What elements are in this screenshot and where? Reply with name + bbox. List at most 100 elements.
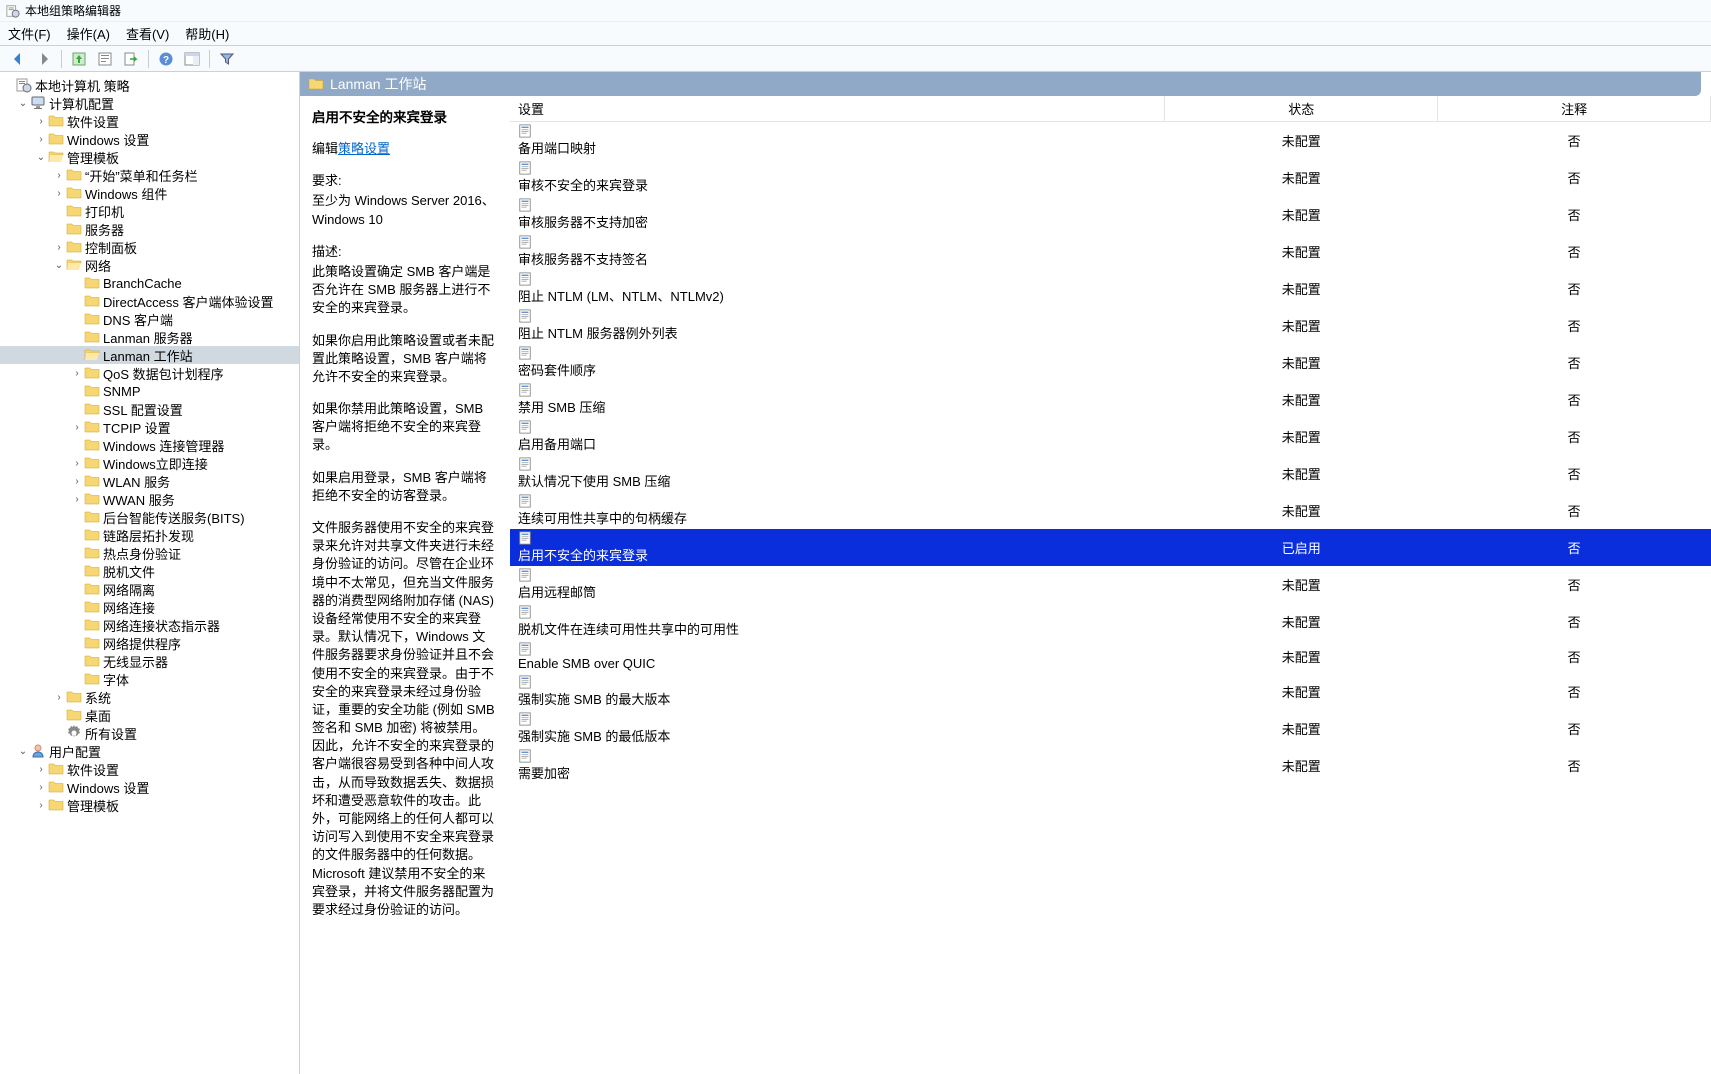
tree-lanman-workstation[interactable]: Lanman 工作站 [0,346,299,364]
tree-branchcache[interactable]: BranchCache [0,274,299,292]
expand-icon[interactable]: › [34,782,48,793]
list-item[interactable]: Enable SMB over QUIC未配置否 [510,640,1711,673]
tree-fonts[interactable]: 字体 [0,670,299,688]
expand-icon[interactable]: › [52,188,66,199]
tree-windows-components[interactable]: ›Windows 组件 [0,184,299,202]
collapse-icon[interactable]: ⌄ [16,98,30,109]
list-item[interactable]: 阻止 NTLM (LM、NTLM、NTLMv2)未配置否 [510,270,1711,307]
tree-server[interactable]: 服务器 [0,220,299,238]
expand-icon[interactable]: › [52,242,66,253]
tree-control-panel[interactable]: ›控制面板 [0,238,299,256]
collapse-icon[interactable]: ⌄ [52,260,66,271]
tree-windows-settings[interactable]: ›Windows 设置 [0,130,299,148]
list-item[interactable]: 备用端口映射未配置否 [510,122,1711,160]
tree-pane[interactable]: 本地计算机 策略 ⌄计算机配置 ›软件设置 ›Windows 设置 ⌄管理模板 … [0,72,300,1074]
list-item[interactable]: 默认情况下使用 SMB 压缩未配置否 [510,455,1711,492]
list-item[interactable]: 连续可用性共享中的句柄缓存未配置否 [510,492,1711,529]
menu-file[interactable]: 文件(F) [8,24,51,43]
tree-wwan[interactable]: ›WWAN 服务 [0,490,299,508]
tree-lltd[interactable]: 链路层拓扑发现 [0,526,299,544]
tree-net-isolation[interactable]: 网络隔离 [0,580,299,598]
filter-button[interactable] [215,48,239,70]
tree-hotspot[interactable]: 热点身份验证 [0,544,299,562]
list-item[interactable]: 启用远程邮筒未配置否 [510,566,1711,603]
tree-user-admin[interactable]: ›管理模板 [0,796,299,814]
menu-view[interactable]: 查看(V) [126,24,169,43]
tree-offline-files[interactable]: 脱机文件 [0,562,299,580]
tree-lanman-server[interactable]: Lanman 服务器 [0,328,299,346]
tree-all-settings[interactable]: 所有设置 [0,724,299,742]
list-item[interactable]: 需要加密未配置否 [510,747,1711,784]
pane-button[interactable] [180,48,204,70]
expand-icon[interactable]: › [34,800,48,811]
expand-icon[interactable]: › [70,422,84,433]
tree-tcpip[interactable]: ›TCPIP 设置 [0,418,299,436]
tree-bits[interactable]: 后台智能传送服务(BITS) [0,508,299,526]
help-button[interactable] [154,48,178,70]
tree-snmp[interactable]: SNMP [0,382,299,400]
setting-name: 备用端口映射 [518,141,596,156]
tree-software-settings[interactable]: ›软件设置 [0,112,299,130]
expand-icon[interactable]: › [70,368,84,379]
expand-icon[interactable]: › [70,476,84,487]
tree-computer-config[interactable]: ⌄计算机配置 [0,94,299,112]
tree-win-instant[interactable]: ›Windows立即连接 [0,454,299,472]
tree-directaccess[interactable]: DirectAccess 客户端体验设置 [0,292,299,310]
forward-button[interactable] [32,48,56,70]
tree-wlan[interactable]: ›WLAN 服务 [0,472,299,490]
menu-action[interactable]: 操作(A) [67,24,110,43]
tree-qos[interactable]: ›QoS 数据包计划程序 [0,364,299,382]
collapse-icon[interactable]: ⌄ [16,746,30,757]
tree-network[interactable]: ⌄网络 [0,256,299,274]
expand-icon[interactable]: › [52,170,66,181]
tree-printers[interactable]: 打印机 [0,202,299,220]
up-button[interactable] [67,48,91,70]
tree-win-conn-mgr[interactable]: Windows 连接管理器 [0,436,299,454]
list-item[interactable]: 审核不安全的来宾登录未配置否 [510,159,1711,196]
tree-ssl[interactable]: SSL 配置设置 [0,400,299,418]
edit-policy-link[interactable]: 策略设置 [338,141,390,156]
list-item[interactable]: 强制实施 SMB 的最大版本未配置否 [510,673,1711,710]
list-item[interactable]: 审核服务器不支持签名未配置否 [510,233,1711,270]
menu-help[interactable]: 帮助(H) [185,24,229,43]
tree-system[interactable]: ›系统 [0,688,299,706]
tree-net-provider[interactable]: 网络提供程序 [0,634,299,652]
expand-icon[interactable]: › [70,458,84,469]
list-item[interactable]: 启用备用端口未配置否 [510,418,1711,455]
description-pane: 启用不安全的来宾登录 编辑策略设置 要求: 至少为 Windows Server… [300,96,510,1074]
tree-dns-client[interactable]: DNS 客户端 [0,310,299,328]
tree-start-menu[interactable]: ›“开始”菜单和任务栏 [0,166,299,184]
list-item[interactable]: 强制实施 SMB 的最低版本未配置否 [510,710,1711,747]
column-state[interactable]: 状态 [1165,96,1438,122]
expand-icon[interactable]: › [34,764,48,775]
list-item[interactable]: 脱机文件在连续可用性共享中的可用性未配置否 [510,603,1711,640]
list-item[interactable]: 启用不安全的来宾登录已启用否 [510,529,1711,566]
list-item[interactable]: 审核服务器不支持加密未配置否 [510,196,1711,233]
tree-root[interactable]: 本地计算机 策略 [0,76,299,94]
collapse-icon[interactable]: ⌄ [34,152,48,163]
tree-user-software[interactable]: ›软件设置 [0,760,299,778]
tree-admin-templates[interactable]: ⌄管理模板 [0,148,299,166]
back-button[interactable] [6,48,30,70]
tree-desktop[interactable]: 桌面 [0,706,299,724]
column-setting[interactable]: 设置 [510,96,1165,122]
policy-icon [518,198,532,212]
tree-ncsi[interactable]: 网络连接状态指示器 [0,616,299,634]
expand-icon[interactable]: › [34,116,48,127]
tree-user-windows[interactable]: ›Windows 设置 [0,778,299,796]
list-item[interactable]: 阻止 NTLM 服务器例外列表未配置否 [510,307,1711,344]
properties-button[interactable] [93,48,117,70]
setting-name: 需要加密 [518,766,570,781]
cell-comment: 否 [1438,747,1711,784]
tree-wireless-display[interactable]: 无线显示器 [0,652,299,670]
export-button[interactable] [119,48,143,70]
expand-icon[interactable]: › [70,494,84,505]
list-item[interactable]: 禁用 SMB 压缩未配置否 [510,381,1711,418]
tree-user-config[interactable]: ⌄用户配置 [0,742,299,760]
expand-icon[interactable]: › [52,692,66,703]
list-item[interactable]: 密码套件顺序未配置否 [510,344,1711,381]
tree-net-conn[interactable]: 网络连接 [0,598,299,616]
column-comment[interactable]: 注释 [1438,96,1711,122]
settings-list[interactable]: 设置 状态 注释 备用端口映射未配置否审核不安全的来宾登录未配置否审核服务器不支… [510,96,1711,1074]
expand-icon[interactable]: › [34,134,48,145]
